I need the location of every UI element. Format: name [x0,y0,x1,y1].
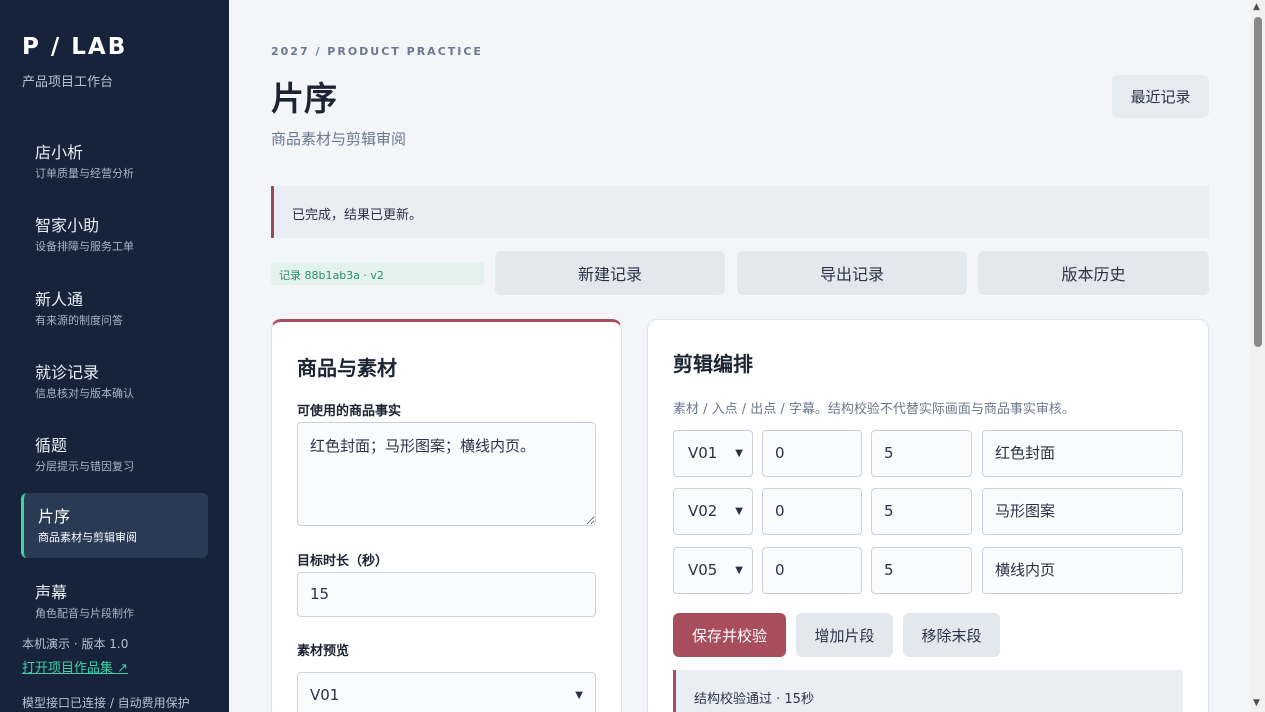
segment-clip-value: V01 [688,444,718,462]
sidebar-item-title: 声幕 [35,583,68,602]
segment-clip-value: V02 [688,502,718,520]
sidebar-item-dianxiaoxi[interactable]: 店小析 订单质量与经营分析 [21,129,208,194]
export-record-button[interactable]: 导出记录 [737,251,967,295]
sidebar-item-subtitle: 角色配音与片段制作 [35,607,134,620]
page-scrollbar[interactable]: ▲ ▼ [1251,0,1265,712]
preview-select-value: V01 [310,686,340,704]
new-record-button[interactable]: 新建记录 [495,251,725,295]
chevron-down-icon: ▼ [735,506,743,517]
sidebar-item-title: 循题 [35,436,68,455]
segment-caption-input[interactable]: 马形图案 [982,488,1183,535]
remove-last-segment-button[interactable]: 移除末段 [903,613,1000,657]
sidebar: P / LAB 产品项目工作台 店小析 订单质量与经营分析 智家小助 设备排障与… [0,0,229,712]
validation-result: 结构校验通过 · 15秒 [673,670,1183,712]
sidebar-item-zhijia[interactable]: 智家小助 设备排障与服务工单 [21,202,208,267]
status-alert: 已完成，结果已更新。 [271,186,1209,238]
scrollbar-thumb[interactable] [1254,17,1262,347]
segment-clip-select[interactable]: V01 ▼ [673,430,753,477]
preview-label: 素材预览 [297,644,350,659]
add-segment-button[interactable]: 增加片段 [796,613,893,657]
edit-arrangement-card: 剪辑编排 素材 / 入点 / 出点 / 字幕。结构校验不代替实际画面与商品事实审… [647,319,1209,712]
save-validate-button[interactable]: 保存并校验 [673,613,786,657]
sidebar-item-pianxu[interactable]: 片序 商品素材与剪辑审阅 [21,493,208,558]
page-title: 片序 [271,79,337,118]
sidebar-item-subtitle: 分层提示与错因复习 [35,460,134,473]
status-alert-text: 已完成，结果已更新。 [292,208,423,223]
chevron-down-icon: ▼ [735,565,743,576]
segment-in-input[interactable]: 0 [762,547,862,594]
version-text: 本机演示 · 版本 1.0 [22,637,129,651]
sidebar-item-shengmu[interactable]: 声幕 角色配音与片段制作 [21,569,208,634]
portfolio-link[interactable]: 打开项目作品集 ↗ [22,657,128,676]
segment-clip-value: V05 [688,561,718,579]
segment-in-input[interactable]: 0 [762,488,862,535]
segment-clip-select[interactable]: V05 ▼ [673,547,753,594]
scroll-down-icon[interactable]: ▼ [1253,698,1260,708]
sidebar-item-xunti[interactable]: 循题 分层提示与错因复习 [21,422,208,487]
card-title: 剪辑编排 [673,352,753,376]
sidebar-item-subtitle: 信息核对与版本确认 [35,387,134,400]
chevron-down-icon: ▼ [575,690,583,701]
sidebar-item-subtitle: 设备排障与服务工单 [35,240,134,253]
segment-out-input[interactable]: 5 [871,547,972,594]
duration-input[interactable]: 15 [297,572,596,617]
brand-logo: P / LAB [22,34,128,60]
sidebar-item-title: 新人通 [35,290,84,309]
segment-in-input[interactable]: 0 [762,430,862,477]
sidebar-item-title: 片序 [38,507,71,526]
facts-label: 可使用的商品事实 [297,404,402,419]
validation-result-text: 结构校验通过 · 15秒 [694,692,814,707]
arrangement-hint: 素材 / 入点 / 出点 / 字幕。结构校验不代替实际画面与商品事实审核。 [673,402,1075,417]
sidebar-item-title: 智家小助 [35,216,100,235]
recent-records-button[interactable]: 最近记录 [1112,75,1209,118]
segment-caption-input[interactable]: 红色封面 [982,430,1183,477]
preview-select[interactable]: V01 ▼ [297,672,596,712]
product-assets-card: 商品与素材 可使用的商品事实 目标时长（秒） 15 素材预览 V01 ▼ [271,319,622,712]
chevron-down-icon: ▼ [735,448,743,459]
record-badge: 记录 88b1ab3a · v2 [271,262,484,285]
card-title: 商品与素材 [297,356,397,380]
page-subtitle: 商品素材与剪辑审阅 [271,130,407,148]
sidebar-item-xinrentong[interactable]: 新人通 有来源的制度问答 [21,276,208,341]
sidebar-item-subtitle: 商品素材与剪辑审阅 [38,531,137,544]
sidebar-item-title: 店小析 [35,143,84,162]
segment-clip-select[interactable]: V02 ▼ [673,488,753,535]
api-status-text: 模型接口已连接 / 自动费用保护 [22,696,190,710]
facts-textarea[interactable] [297,422,596,526]
segment-caption-input[interactable]: 横线内页 [982,547,1183,594]
sidebar-item-jiuzhen[interactable]: 就诊记录 信息核对与版本确认 [21,349,208,414]
sidebar-item-subtitle: 订单质量与经营分析 [35,167,134,180]
sidebar-item-title: 就诊记录 [35,363,100,382]
duration-label: 目标时长（秒） [297,554,389,569]
page-eyebrow: 2027 / PRODUCT PRACTICE [271,45,483,58]
version-history-button[interactable]: 版本历史 [978,251,1209,295]
segment-out-input[interactable]: 5 [871,488,972,535]
brand-subtitle: 产品项目工作台 [22,75,114,90]
scroll-up-icon[interactable]: ▲ [1253,2,1260,12]
sidebar-item-subtitle: 有来源的制度问答 [35,314,123,327]
segment-out-input[interactable]: 5 [871,430,972,477]
